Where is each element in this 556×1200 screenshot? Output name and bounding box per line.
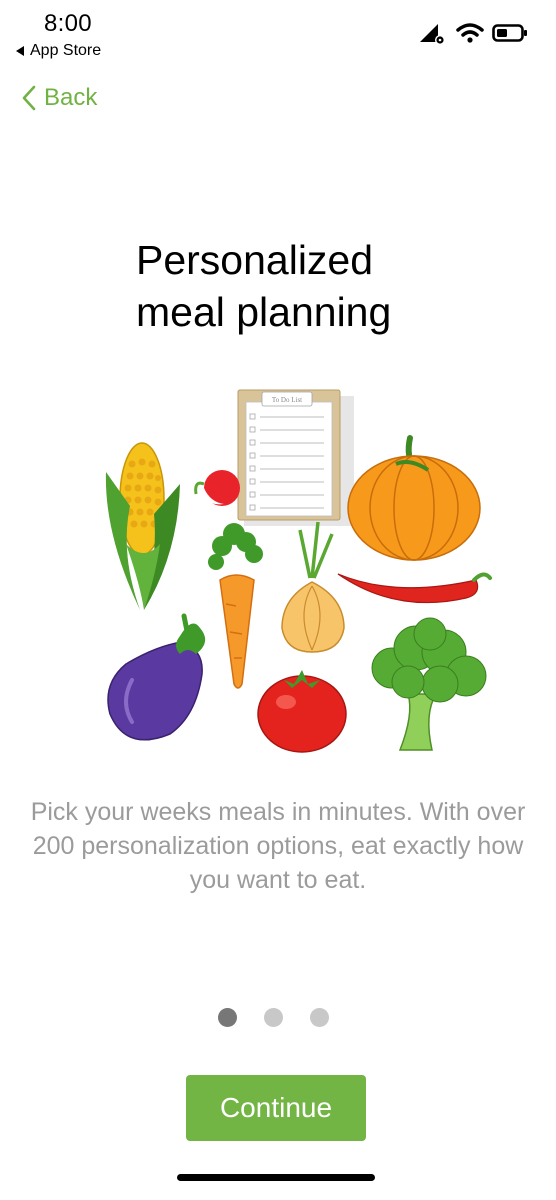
- battery-icon: [492, 24, 527, 42]
- to-do-list-icon: To Do List: [237, 389, 354, 526]
- radish-icon: [194, 470, 240, 506]
- page-title: Personalized meal planning: [136, 234, 456, 338]
- status-time: 8:00: [44, 10, 92, 37]
- onion-icon: [281, 521, 345, 653]
- title-line-2: meal planning: [136, 289, 392, 335]
- back-button[interactable]: Back: [22, 84, 97, 112]
- return-to-app-store[interactable]: App Store: [16, 42, 101, 60]
- return-app-label: App Store: [30, 42, 102, 59]
- carrot-icon: [208, 523, 263, 689]
- chevron-left-icon: [22, 85, 36, 111]
- eggplant-icon: [107, 613, 206, 741]
- pumpkin-icon: [347, 435, 481, 561]
- back-triangle-icon: [16, 46, 24, 56]
- onboarding-description: Pick your weeks meals in minutes. With o…: [30, 798, 526, 894]
- title-line-1: Personalized: [136, 237, 374, 283]
- clipboard-header: To Do List: [272, 396, 302, 404]
- page-dot-3[interactable]: [310, 1008, 329, 1027]
- page-indicator: [218, 1008, 329, 1027]
- page-dot-2[interactable]: [264, 1008, 283, 1027]
- page-dot-1[interactable]: [218, 1008, 237, 1027]
- chili-pepper-icon: [337, 572, 492, 604]
- signal-icon: [420, 24, 445, 45]
- status-icons: [418, 20, 528, 46]
- vegetables-illustration: To Do List: [105, 389, 492, 753]
- wifi-icon: [456, 23, 484, 43]
- continue-button[interactable]: Continue: [186, 1075, 366, 1141]
- back-label: Back: [44, 84, 98, 111]
- broccoli-icon: [371, 617, 487, 751]
- tomato-icon: [257, 670, 347, 753]
- home-indicator: [177, 1174, 375, 1181]
- corn-icon: [105, 442, 180, 610]
